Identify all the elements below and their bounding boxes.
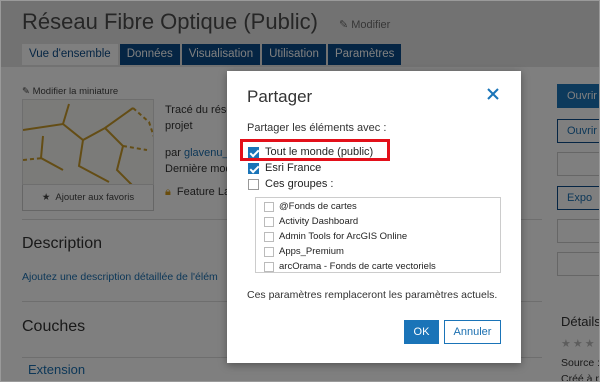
share-everyone-option[interactable]: Tout le monde (public) xyxy=(248,146,373,158)
group-item[interactable]: arcOrama - Fonds de carte vectoriels xyxy=(264,261,436,272)
checkbox[interactable] xyxy=(264,246,274,257)
group-label: Apps_Premium xyxy=(279,246,344,257)
group-label: Admin Tools for ArcGIS Online xyxy=(279,231,408,242)
cancel-button[interactable]: Annuler xyxy=(444,320,501,344)
close-icon[interactable] xyxy=(484,85,502,103)
dialog-note: Ces paramètres remplaceront les paramètr… xyxy=(247,289,498,301)
checkbox[interactable] xyxy=(264,216,274,227)
groups-list[interactable]: @Fonds de cartes Activity Dashboard Admi… xyxy=(255,197,501,273)
group-item[interactable]: Activity Dashboard xyxy=(264,216,358,227)
share-dialog: Partager Partager les éléments avec : To… xyxy=(227,71,521,363)
group-label: arcOrama - Fonds de carte vectoriels xyxy=(279,261,436,272)
group-item[interactable]: Apps_Premium xyxy=(264,246,344,257)
checkbox[interactable] xyxy=(248,178,259,190)
group-item[interactable]: @Fonds de cartes xyxy=(264,201,357,212)
ok-button[interactable]: OK xyxy=(404,320,439,344)
checkbox[interactable] xyxy=(248,146,259,158)
option-label: Esri France xyxy=(265,162,322,174)
dialog-title: Partager xyxy=(247,87,313,106)
option-label: Ces groupes : xyxy=(265,178,334,190)
share-organization-option[interactable]: Esri France xyxy=(248,162,321,174)
group-label: @Fonds de cartes xyxy=(279,201,357,212)
group-item[interactable]: Admin Tools for ArcGIS Online xyxy=(264,231,407,242)
group-label: Activity Dashboard xyxy=(279,216,359,227)
option-label: Tout le monde (public) xyxy=(265,146,374,158)
checkbox[interactable] xyxy=(264,261,274,272)
checkbox[interactable] xyxy=(264,231,274,242)
checkbox[interactable] xyxy=(248,162,259,174)
share-groups-option[interactable]: Ces groupes : xyxy=(248,178,333,190)
checkbox[interactable] xyxy=(264,201,274,212)
share-with-label: Partager les éléments avec : xyxy=(247,122,387,134)
